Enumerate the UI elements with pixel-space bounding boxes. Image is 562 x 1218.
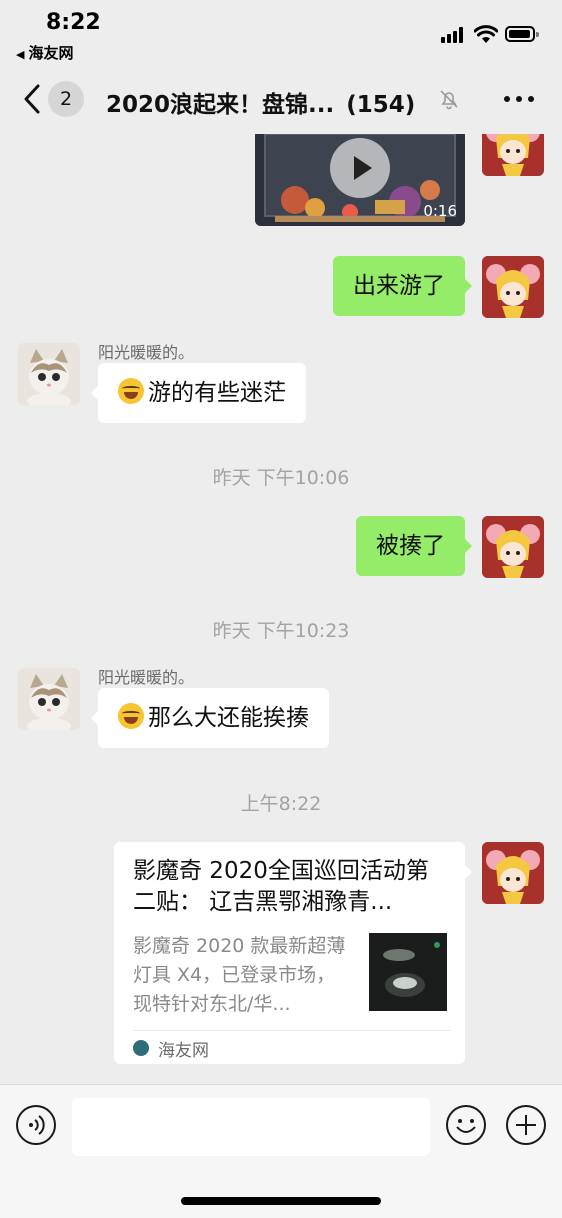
wifi-icon	[474, 25, 498, 43]
chat-header: 2 2020浪起来！盘锦... (154)	[0, 66, 562, 134]
message-bubble-other[interactable]: 那么大还能挨揍	[91, 688, 329, 748]
bell-slash-icon	[440, 90, 458, 110]
cat-avatar-icon	[18, 343, 80, 405]
sender-name: 阳光暖暖的。	[98, 343, 195, 362]
self-avatar[interactable]	[482, 256, 544, 318]
back-to-app-link[interactable]: ◀ 海友网	[16, 42, 73, 63]
voice-wave-icon	[29, 1115, 45, 1135]
laughing-tears-emoji-icon	[118, 378, 144, 404]
more-dots-icon[interactable]	[504, 96, 536, 104]
plus-icon[interactable]	[506, 1105, 546, 1145]
self-avatar[interactable]	[482, 842, 544, 904]
status-bar: 8:22 ◀ 海友网	[0, 0, 562, 66]
message-text: 那么大还能挨揍	[148, 705, 309, 731]
smile-face-icon	[456, 1119, 476, 1133]
mouse-avatar-icon	[482, 842, 544, 904]
smile-icon[interactable]	[446, 1105, 486, 1145]
video-message[interactable]: 0:16	[255, 134, 465, 226]
unread-badge[interactable]: 2	[48, 81, 84, 117]
card-divider	[133, 1030, 451, 1031]
contact-avatar[interactable]	[18, 343, 80, 405]
cat-avatar-icon	[18, 668, 80, 730]
timestamp: 昨天 下午10:06	[212, 467, 350, 489]
back-triangle-icon: ◀	[16, 48, 25, 61]
chat-title-text: 2020浪起来！盘锦...	[106, 92, 335, 118]
timestamp: 上午8:22	[240, 793, 322, 815]
source-logo-icon	[133, 1040, 149, 1056]
link-card-description: 影魔奇 2020 款最新超薄灯具 X4，已登录市场，现特针对东北/华...	[133, 935, 346, 1015]
self-avatar[interactable]	[482, 134, 544, 176]
light-fixture-image	[369, 933, 447, 1011]
video-duration: 0:16	[423, 202, 457, 220]
mouse-avatar-icon	[482, 256, 544, 318]
link-card-source: 海友网	[158, 1041, 209, 1061]
link-card[interactable]: 影魔奇 2020全国巡回活动第二贴： 辽吉黑鄂湘豫青... 影魔奇 2020 款…	[114, 842, 472, 1064]
voice-icon[interactable]	[16, 1105, 56, 1145]
contact-avatar[interactable]	[18, 668, 80, 730]
play-icon[interactable]	[330, 138, 390, 198]
mouse-avatar-icon	[482, 134, 544, 176]
status-time: 8:22	[46, 10, 101, 35]
message-text: 游的有些迷茫	[148, 380, 286, 406]
rolling-laugh-emoji-icon	[118, 703, 144, 729]
chevron-left-icon[interactable]	[20, 82, 44, 116]
link-card-thumbnail	[369, 933, 447, 1011]
cellular-signal-icon	[441, 27, 465, 43]
home-indicator[interactable]	[181, 1197, 381, 1205]
message-input[interactable]	[72, 1098, 430, 1156]
plus-sign-icon	[516, 1115, 536, 1135]
back-app-label: 海友网	[28, 44, 74, 62]
timestamp: 昨天 下午10:23	[212, 620, 350, 642]
chat-title: 2020浪起来！盘锦... (154)	[106, 85, 415, 119]
chat-messages[interactable]: 0:16 出来游了 阳光暖暖的。 游的有些迷茫 昨天 下午10:06 被揍了 昨…	[0, 134, 562, 1084]
battery-icon	[505, 26, 539, 42]
member-count: (154)	[346, 92, 416, 118]
link-card-title: 影魔奇 2020全国巡回活动第二贴： 辽吉黑鄂湘豫青...	[133, 858, 429, 915]
sender-name: 阳光暖暖的。	[98, 668, 195, 687]
self-avatar[interactable]	[482, 516, 544, 578]
message-bubble-self[interactable]: 被揍了	[356, 516, 472, 576]
mouse-avatar-icon	[482, 516, 544, 578]
message-bubble-other[interactable]: 游的有些迷茫	[91, 363, 306, 423]
message-bubble-self[interactable]: 出来游了	[333, 256, 472, 316]
